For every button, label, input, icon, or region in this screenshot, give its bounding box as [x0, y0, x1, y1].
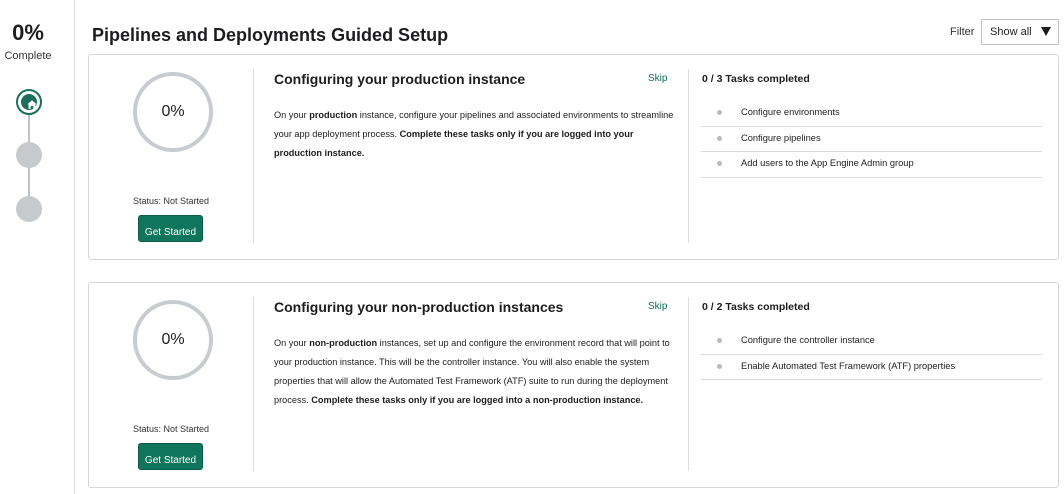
task-label: Configure environments [741, 107, 840, 117]
filter-selected-value: Show all [990, 26, 1032, 38]
task-item[interactable]: Configure pipelines [701, 127, 1042, 152]
description-emphasis: non-production [309, 338, 378, 348]
skip-link[interactable]: Skip [648, 73, 667, 84]
step-2-indicator[interactable] [16, 142, 42, 168]
overall-progress-label: Complete [4, 50, 52, 62]
page-title: Pipelines and Deployments Guided Setup [92, 25, 449, 45]
task-label: Configure the controller instance [741, 335, 875, 345]
get-started-button[interactable]: Get Started [138, 215, 203, 242]
task-item[interactable]: Enable Automated Test Framework (ATF) pr… [701, 355, 1042, 380]
task-list: Configure environments Configure pipeline… [701, 101, 1042, 178]
card-progress-percent: 0% [161, 331, 185, 348]
divider [253, 297, 254, 471]
get-started-button[interactable]: Get Started [138, 443, 203, 470]
bullet-icon [717, 338, 722, 343]
description-emphasis: Complete these tasks only if you are log… [311, 395, 644, 405]
setup-card-production: 0% Status: Not Started Get Started Confi… [88, 54, 1059, 260]
description-text: On your [274, 110, 310, 120]
bullet-icon [717, 110, 722, 115]
step-home[interactable] [16, 89, 42, 115]
status-text: Status: Not Started [132, 424, 210, 434]
bullet-icon [717, 135, 722, 141]
task-label: Enable Automated Test Framework (ATF) pr… [741, 360, 956, 371]
home-icon [21, 94, 37, 110]
card-description: On your non-production instances, set up… [274, 334, 674, 410]
task-item[interactable]: Configure environments [701, 101, 1042, 127]
divider [253, 69, 254, 243]
progress-rail: 0% Complete [0, 0, 75, 494]
progress-ring: 0% [133, 300, 213, 380]
bullet-icon [717, 161, 722, 166]
filter-label: Filter [950, 26, 975, 38]
progress-ring: 0% [133, 72, 213, 152]
task-list: Configure the controller instance Enable … [701, 329, 1042, 380]
setup-card-non-production: 0% Status: Not Started Get Started Confi… [88, 282, 1059, 488]
task-label: Configure pipelines [741, 132, 821, 143]
task-item[interactable]: Add users to the App Engine Admin group [701, 152, 1042, 178]
skip-link[interactable]: Skip [648, 301, 667, 312]
filter-select[interactable]: Show all [981, 19, 1059, 45]
description-text: On your [274, 338, 310, 348]
task-label: Add users to the App Engine Admin group [741, 158, 914, 168]
task-item[interactable]: Configure the controller instance [701, 329, 1042, 355]
card-title: Configuring your non-production instance… [274, 299, 564, 315]
caret-down-icon [1041, 27, 1051, 36]
description-emphasis: production [309, 110, 358, 120]
card-description: On your production instance, configure y… [274, 106, 674, 163]
card-title: Configuring your production instance [274, 71, 526, 87]
status-text: Status: Not Started [132, 196, 210, 206]
tasks-completed-count: 0 / 3 Tasks completed [702, 73, 810, 85]
divider [688, 69, 689, 243]
overall-progress-percent: 0% [12, 20, 44, 45]
divider [688, 297, 689, 471]
tasks-completed-count: 0 / 2 Tasks completed [702, 301, 810, 313]
bullet-icon [717, 363, 722, 369]
step-3-indicator[interactable] [16, 196, 42, 222]
card-progress-percent: 0% [161, 103, 185, 120]
